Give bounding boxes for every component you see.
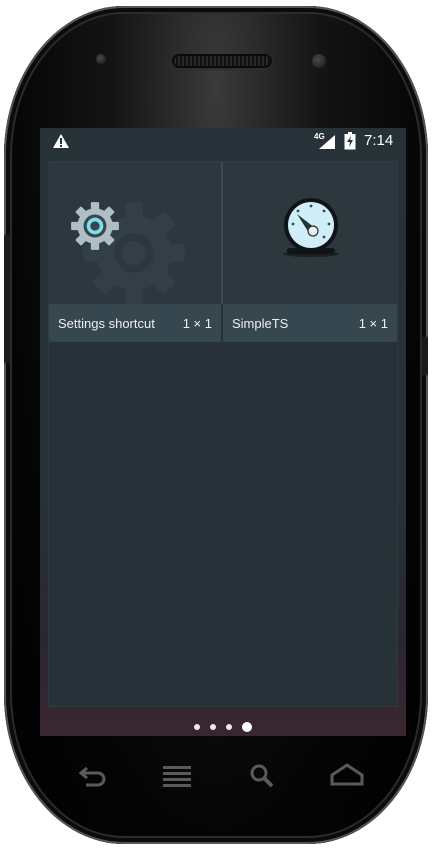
- volume-button[interactable]: [4, 234, 10, 364]
- cellular-signal: 4G: [314, 132, 336, 150]
- page-dot[interactable]: [194, 723, 200, 730]
- widget-preview: [223, 162, 397, 304]
- widget-item-simplets[interactable]: SimpleTS 1 × 1: [223, 162, 397, 342]
- battery-charging-icon: [344, 132, 356, 150]
- home-key-icon: [330, 763, 364, 786]
- page-dot[interactable]: [226, 723, 232, 730]
- home-key[interactable]: [330, 762, 364, 792]
- widget-size: 1 × 1: [358, 316, 388, 331]
- gauge-icon: [283, 198, 339, 257]
- widget-label-bar: SimpleTS 1 × 1: [223, 304, 397, 342]
- status-clock: 7:14: [364, 132, 394, 149]
- widget-item-settings-shortcut[interactable]: Settings shortcut 1 × 1: [49, 162, 221, 342]
- back-key-icon: [78, 766, 106, 787]
- warning-triangle-icon[interactable]: [52, 133, 70, 149]
- menu-key[interactable]: [162, 762, 192, 792]
- earpiece-speaker: [174, 56, 270, 66]
- back-key[interactable]: [78, 762, 108, 792]
- proximity-sensor: [96, 54, 106, 64]
- search-key[interactable]: [248, 762, 278, 792]
- widget-picker-panel: Settings shortcut 1 × 1 SimpleTS 1 × 1: [49, 162, 397, 706]
- search-key-icon: [250, 764, 274, 788]
- screen: 4G 7:14 Settings shortcut 1 × 1 SimpleTS…: [40, 128, 406, 736]
- page-indicator: [40, 718, 406, 732]
- page-dot[interactable]: [210, 723, 216, 730]
- menu-key-icon: [163, 766, 191, 787]
- widget-size: 1 × 1: [182, 316, 212, 331]
- widget-name: SimpleTS: [232, 316, 289, 331]
- front-camera: [312, 54, 326, 68]
- power-button[interactable]: [422, 336, 428, 376]
- widget-label-bar: Settings shortcut 1 × 1: [49, 304, 221, 342]
- gear-icon: [71, 202, 119, 250]
- network-type-label: 4G: [314, 132, 325, 141]
- phone-frame: 4G 7:14 Settings shortcut 1 × 1 SimpleTS…: [4, 6, 428, 844]
- widget-preview: [49, 162, 221, 304]
- status-bar: 4G 7:14: [40, 128, 406, 154]
- widget-name: Settings shortcut: [58, 316, 155, 331]
- page-dot-active[interactable]: [242, 721, 252, 732]
